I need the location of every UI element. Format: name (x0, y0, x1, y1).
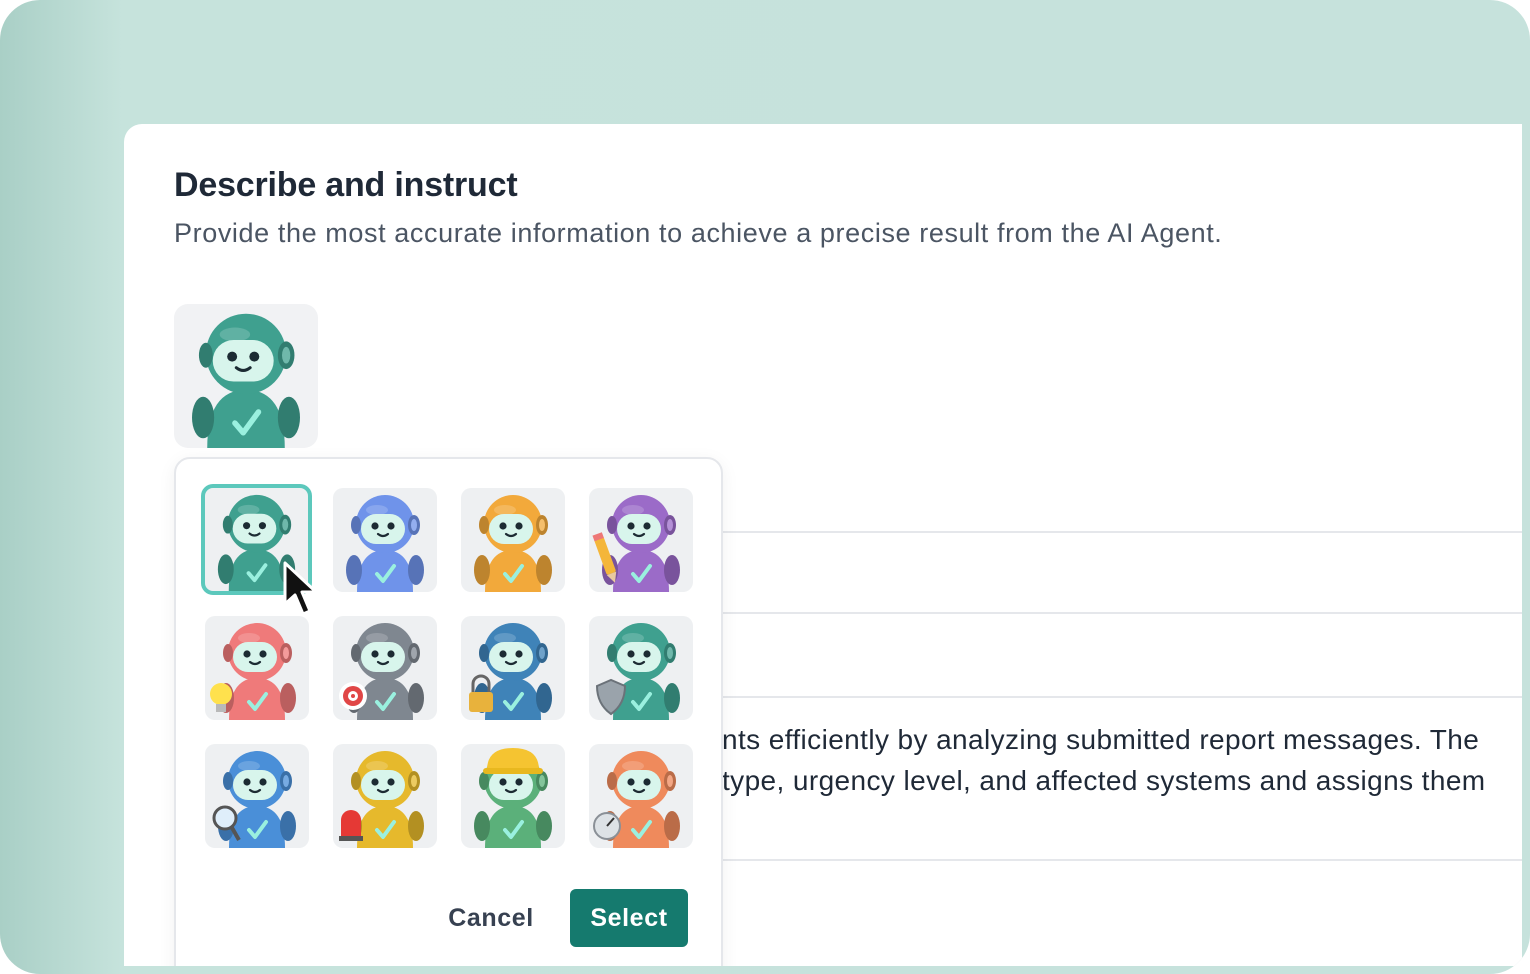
avatar-option[interactable] (461, 744, 565, 848)
section-title: Describe and instruct (174, 166, 518, 204)
description-text-line-1[interactable]: nts efficiently by analyzing submitted r… (722, 724, 1479, 756)
robot-checkmark-icon (192, 313, 300, 448)
select-button[interactable]: Select (570, 889, 688, 947)
avatar-option[interactable] (589, 616, 693, 720)
description-text-line-2[interactable]: type, urgency level, and affected system… (722, 765, 1486, 797)
divider (722, 696, 1522, 698)
app-frame: Describe and instruct Provide the most a… (0, 0, 1530, 974)
robot-coral-gauge-icon (593, 751, 680, 848)
robot-blue-magnifier-icon (212, 751, 296, 848)
mouse-pointer-icon (283, 561, 318, 616)
configuration-card: Describe and instruct Provide the most a… (124, 124, 1522, 966)
robot-yellow-alarm-icon (339, 751, 424, 848)
avatar-option[interactable] (205, 744, 309, 848)
avatar-option[interactable] (333, 744, 437, 848)
robot-gray-target-icon (339, 623, 424, 720)
robot-green-hardhat-icon (474, 748, 552, 848)
robot-purple-pencil-icon (592, 495, 680, 592)
robot-steelblue-padlock-icon (469, 623, 552, 720)
selected-avatar-preview[interactable] (174, 304, 318, 448)
avatar-option[interactable] (589, 488, 693, 592)
avatar-option[interactable] (589, 744, 693, 848)
avatar-option[interactable] (333, 488, 437, 592)
avatar-picker-popover: Cancel Select (174, 457, 723, 966)
divider (722, 531, 1522, 533)
divider (722, 859, 1522, 861)
robot-red-lightbulb-icon (210, 623, 296, 720)
avatar-option[interactable] (461, 488, 565, 592)
section-subtitle: Provide the most accurate information to… (174, 218, 1223, 248)
robot-blue-icon (346, 495, 424, 592)
avatar-option[interactable] (205, 616, 309, 720)
avatar-option[interactable] (461, 616, 565, 720)
divider (722, 612, 1522, 614)
robot-teal-shield-icon (595, 623, 680, 720)
avatar-option[interactable] (333, 616, 437, 720)
cancel-button[interactable]: Cancel (434, 889, 548, 947)
robot-orange-icon (474, 495, 552, 592)
